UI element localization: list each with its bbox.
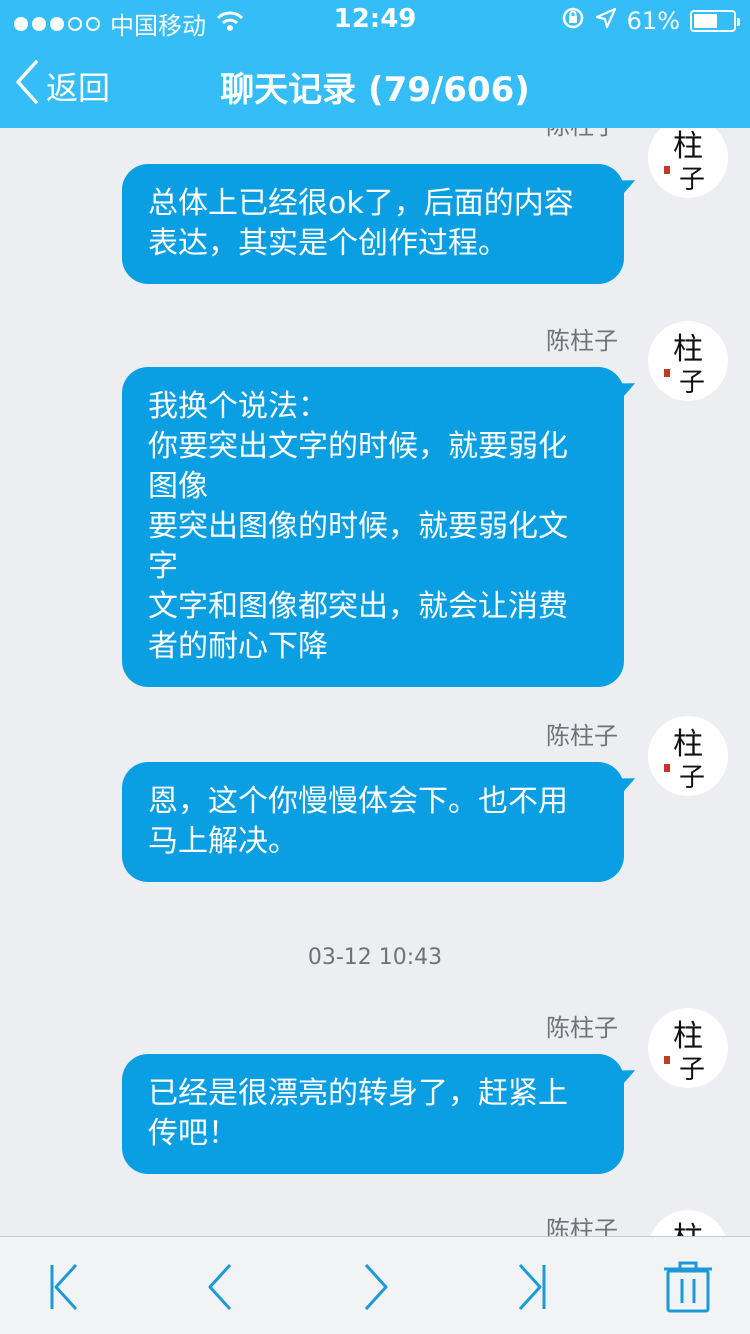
message-text-line: 恩，这个你慢慢体会下。也不用	[148, 784, 568, 819]
message-text-line: 图像	[148, 469, 208, 504]
previous-button[interactable]	[190, 1259, 250, 1315]
avatar[interactable]: 柱 子	[648, 1210, 728, 1236]
page-title: 聊天记录 (79/606)	[220, 70, 530, 110]
battery-percent: 61%	[626, 7, 680, 35]
status-bar: 中国移动 12:49 61%	[0, 0, 750, 40]
sender-name: 陈柱子	[546, 327, 618, 355]
sender-name: 陈柱子	[546, 722, 618, 750]
message-bubble[interactable]: 已经是很漂亮的转身了，赶紧上 传吧！	[122, 1054, 624, 1174]
trash-icon	[658, 1261, 718, 1319]
battery-icon	[690, 10, 740, 32]
sender-name: 陈柱子	[546, 1014, 618, 1042]
avatar[interactable]: 柱 子	[648, 1008, 728, 1088]
battery-level	[694, 14, 717, 28]
orientation-lock-icon	[561, 6, 585, 36]
message-text-line: 者的耐心下降	[148, 629, 328, 664]
bottom-toolbar	[0, 1236, 750, 1334]
svg-text:柱: 柱	[673, 332, 703, 367]
chevron-right-icon	[346, 1263, 406, 1319]
avatar[interactable]: 柱 子	[648, 321, 728, 401]
sender-name: 陈柱子	[546, 1216, 618, 1236]
message-text-line: 马上解决。	[148, 824, 298, 859]
message-bubble[interactable]: 我换个说法： 你要突出文字的时候，就要弱化 图像 要突出图像的时候，就要弱化文 …	[122, 367, 624, 687]
message-bubble[interactable]: 恩，这个你慢慢体会下。也不用 马上解决。	[122, 762, 624, 882]
first-page-button[interactable]	[34, 1259, 94, 1315]
message-text-line: 已经是很漂亮的转身了，赶紧上	[148, 1076, 568, 1111]
svg-text:子: 子	[679, 165, 705, 195]
skip-to-last-icon	[502, 1263, 562, 1319]
svg-text:柱: 柱	[673, 1221, 703, 1236]
delete-button[interactable]	[658, 1259, 718, 1315]
app-header: 中国移动 12:49 61% 返回 聊天记录 (79/606)	[0, 0, 750, 128]
avatar[interactable]: 柱 子	[648, 716, 728, 796]
message-text-line: 传吧！	[148, 1116, 238, 1151]
svg-text:子: 子	[679, 368, 705, 398]
message-text-line: 要突出图像的时候，就要弱化文	[148, 509, 568, 544]
message-bubble[interactable]: 总体上已经很ok了，后面的内容 表达，其实是个创作过程。	[122, 164, 624, 284]
chevron-left-icon	[190, 1263, 250, 1319]
message-text-line: 表达，其实是个创作过程。	[148, 226, 508, 261]
message-text-line: 文字和图像都突出，就会让消费	[148, 589, 568, 624]
svg-text:子: 子	[679, 1055, 705, 1085]
message-timestamp: 03-12 10:43	[307, 945, 443, 970]
location-icon	[595, 7, 617, 35]
svg-text:柱: 柱	[673, 1019, 703, 1054]
avatar[interactable]: 柱 子	[648, 128, 728, 198]
last-page-button[interactable]	[502, 1259, 562, 1315]
svg-text:子: 子	[679, 763, 705, 793]
sender-name: 陈柱子	[546, 128, 618, 141]
message-text-line: 我换个说法：	[148, 389, 328, 424]
next-button[interactable]	[346, 1259, 406, 1315]
message-text-line: 字	[148, 549, 178, 584]
svg-text:柱: 柱	[673, 129, 703, 164]
svg-text:柱: 柱	[673, 727, 703, 762]
chat-history[interactable]: 陈柱子 柱 子 总体上已经很ok了，后面的内容 表达，其实是个创作过程。 陈柱子…	[0, 128, 750, 1236]
message-text-line: 总体上已经很ok了，后面的内容	[148, 186, 574, 221]
skip-to-first-icon	[34, 1263, 94, 1319]
status-right: 61%	[561, 6, 740, 36]
message-text-line: 你要突出文字的时候，就要弱化	[148, 429, 568, 464]
